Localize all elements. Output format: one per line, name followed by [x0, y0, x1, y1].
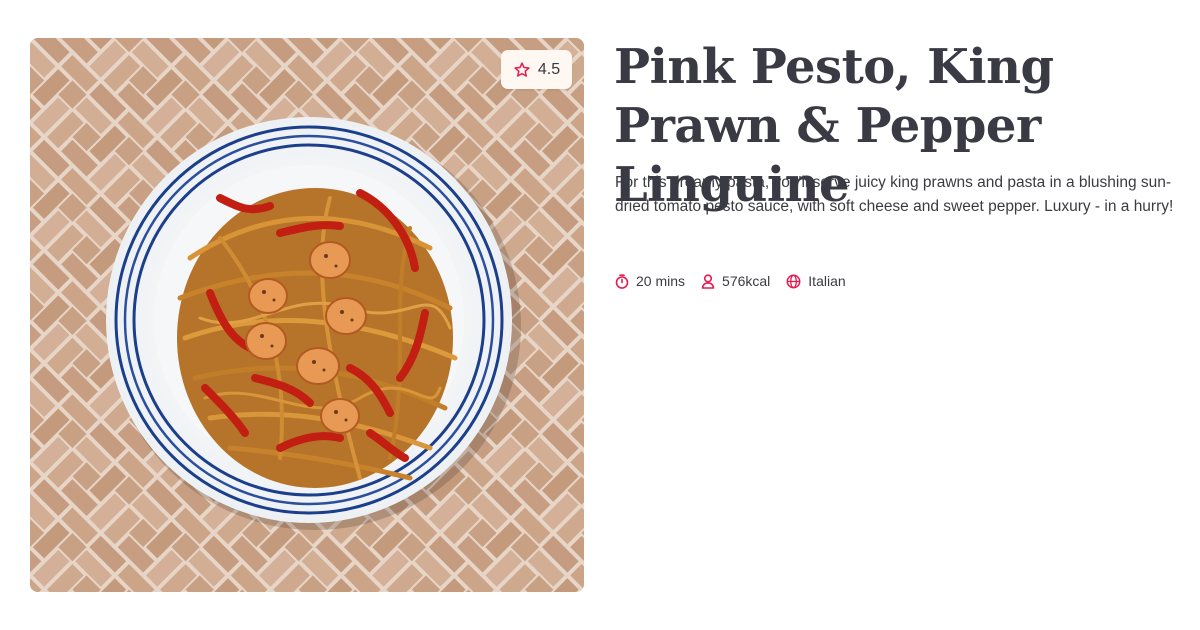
star-icon — [513, 61, 531, 79]
meta-cuisine-label: Italian — [808, 273, 846, 289]
meta-time-label: 20 mins — [636, 273, 686, 289]
meta-calories-label: 576kcal — [722, 273, 771, 289]
recipe-description: For this dreamy pasta, you'll serve juic… — [615, 174, 1174, 215]
recipe-card[interactable]: 4.5 Pink Pesto, King Prawn & Pepper Ling… — [0, 0, 1200, 630]
person-icon — [701, 273, 715, 289]
recipe-photo[interactable] — [30, 38, 584, 592]
meta-calories: 576kcal — [701, 273, 770, 289]
meta-cuisine: Italian — [786, 273, 846, 289]
globe-icon — [786, 274, 801, 289]
stopwatch-icon — [615, 273, 629, 289]
recipe-meta: 20 mins 576kcal Italian — [615, 273, 846, 289]
meta-time: 20 mins — [615, 273, 685, 289]
rating-badge[interactable]: 4.5 — [501, 50, 572, 89]
rating-value: 4.5 — [537, 60, 561, 78]
